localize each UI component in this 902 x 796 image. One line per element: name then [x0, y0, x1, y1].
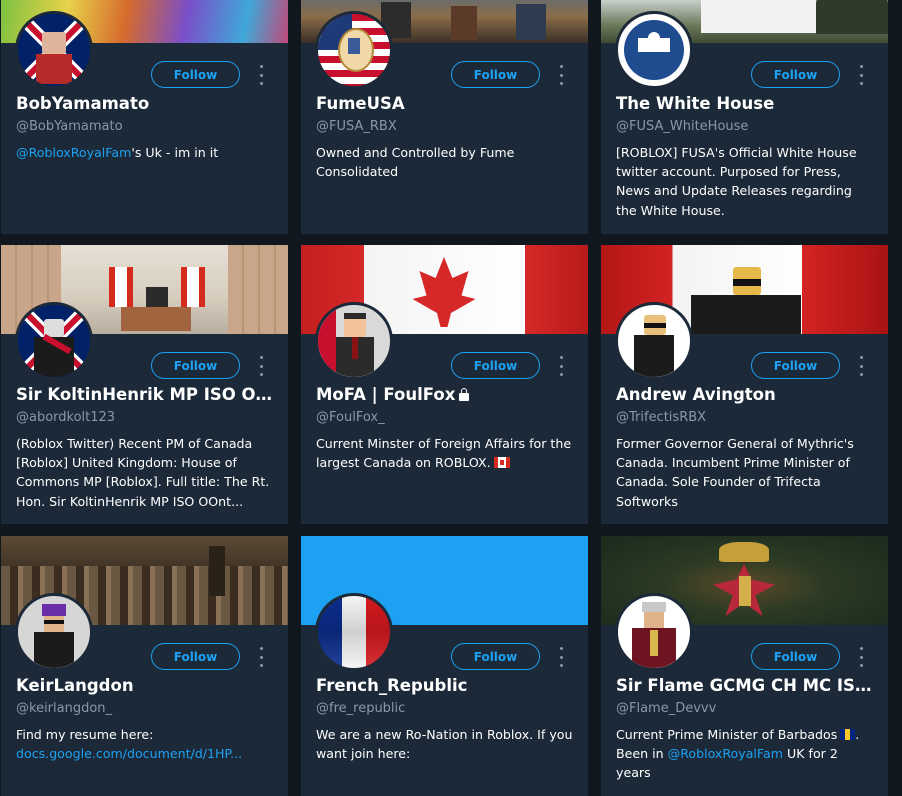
more-options-icon[interactable]	[857, 647, 865, 667]
avatar[interactable]	[15, 302, 93, 380]
user-handle[interactable]: @FUSA_RBX	[316, 119, 397, 134]
user-card-bobyamamato[interactable]: Follow BobYamamato @BobYamamato @RobloxR…	[1, 0, 288, 234]
bio-text: Current Minster of Foreign Affairs for t…	[316, 436, 572, 471]
more-options-icon[interactable]	[557, 65, 565, 85]
avatar[interactable]	[615, 11, 693, 89]
follow-button[interactable]: Follow	[751, 61, 840, 88]
user-card-fumeusa[interactable]: Follow FumeUSA @FUSA_RBX Owned and Contr…	[301, 0, 588, 234]
user-handle[interactable]: @BobYamamato	[16, 119, 123, 134]
user-card-andrew-avington[interactable]: Follow Andrew Avington @TrifectisRBX For…	[601, 245, 888, 524]
bio: Current Minster of Foreign Affairs for t…	[316, 434, 574, 472]
bio-text: 's Uk - im in it	[131, 145, 219, 160]
follow-button[interactable]: Follow	[151, 61, 240, 88]
follow-button[interactable]: Follow	[751, 352, 840, 379]
bio-text: Current Prime Minister of Barbados	[616, 727, 838, 742]
more-options-icon[interactable]	[857, 65, 865, 85]
bio: Find my resume here: docs.google.com/docu…	[16, 725, 274, 763]
follow-button[interactable]: Follow	[751, 643, 840, 670]
user-handle[interactable]: @keirlangdon_	[16, 701, 112, 716]
avatar[interactable]	[315, 302, 393, 380]
bio-text: We are a new Ro-Nation in Roblox. If you…	[316, 727, 573, 762]
mention-link[interactable]: @RobloxRoyalFam	[668, 746, 783, 761]
more-options-icon[interactable]	[857, 356, 865, 376]
display-name-text: MoFA | FoulFox	[316, 385, 456, 404]
bio-text: Find my resume here:	[16, 727, 154, 742]
follow-button[interactable]: Follow	[151, 352, 240, 379]
avatar[interactable]	[315, 11, 393, 89]
more-options-icon[interactable]	[557, 356, 565, 376]
resume-link[interactable]: docs.google.com/document/d/1HP...	[16, 744, 274, 763]
user-card-white-house[interactable]: Follow The White House @FUSA_WhiteHouse …	[601, 0, 888, 234]
display-name[interactable]: FumeUSA	[316, 94, 578, 113]
bio-text: Been in	[616, 746, 664, 762]
avatar[interactable]	[315, 593, 393, 671]
more-options-icon[interactable]	[557, 647, 565, 667]
bio-text: Former Governor General of Mythric's Can…	[616, 436, 854, 509]
barbados-flag-icon	[840, 729, 856, 740]
avatar[interactable]	[615, 302, 693, 380]
bio: Current Prime Minister of Barbados. Been…	[616, 727, 860, 781]
avatar[interactable]	[15, 593, 93, 671]
display-name[interactable]: MoFA | FoulFox	[316, 385, 578, 404]
user-card-sir-flame[interactable]: Follow Sir Flame GCMG CH MC ISO ... @Fla…	[601, 536, 888, 796]
bio: @RobloxRoyalFam's Uk - im in it	[16, 143, 274, 162]
follow-button[interactable]: Follow	[151, 643, 240, 670]
display-name[interactable]: French_Republic	[316, 676, 578, 695]
user-card-french-republic[interactable]: Follow French_Republic @fre_republic We …	[301, 536, 588, 796]
follow-button[interactable]: Follow	[451, 61, 540, 88]
more-options-icon[interactable]	[257, 356, 265, 376]
bio-text: (Roblox Twitter) Recent PM of Canada [Ro…	[16, 436, 270, 509]
user-card-keirlangdon[interactable]: Follow KeirLangdon @keirlangdon_ Find my…	[1, 536, 288, 796]
display-name[interactable]: KeirLangdon	[16, 676, 278, 695]
user-handle[interactable]: @abordkolt123	[16, 410, 115, 425]
display-name[interactable]: Sir Flame GCMG CH MC ISO ...	[616, 676, 878, 695]
user-handle[interactable]: @fre_republic	[316, 701, 405, 716]
bio-text: [ROBLOX] FUSA's Official White House twi…	[616, 145, 857, 218]
user-handle[interactable]: @Flame_Devvv	[616, 701, 716, 716]
canada-flag-icon	[493, 457, 510, 469]
follow-button[interactable]: Follow	[451, 352, 540, 379]
user-handle[interactable]: @TrifectisRBX	[616, 410, 706, 425]
follow-button[interactable]: Follow	[451, 643, 540, 670]
user-handle[interactable]: @FUSA_WhiteHouse	[616, 119, 748, 134]
user-handle[interactable]: @FoulFox_	[316, 410, 385, 425]
avatar[interactable]	[15, 11, 93, 89]
display-name[interactable]: Sir KoltinHenrik MP ISO OOnt...	[16, 385, 278, 404]
user-card-koltinhenrik[interactable]: Follow Sir KoltinHenrik MP ISO OOnt... @…	[1, 245, 288, 524]
display-name[interactable]: BobYamamato	[16, 94, 278, 113]
more-options-icon[interactable]	[257, 647, 265, 667]
display-name[interactable]: Andrew Avington	[616, 385, 878, 404]
display-name[interactable]: The White House	[616, 94, 878, 113]
mention-link[interactable]: @RobloxRoyalFam	[16, 145, 131, 160]
lock-icon	[459, 388, 470, 401]
user-card-foulfox[interactable]: Follow MoFA | FoulFox @FoulFox_ Current …	[301, 245, 588, 524]
avatar[interactable]	[615, 593, 693, 671]
more-options-icon[interactable]	[257, 65, 265, 85]
bio-text: Owned and Controlled by Fume Consolidate…	[316, 145, 515, 180]
